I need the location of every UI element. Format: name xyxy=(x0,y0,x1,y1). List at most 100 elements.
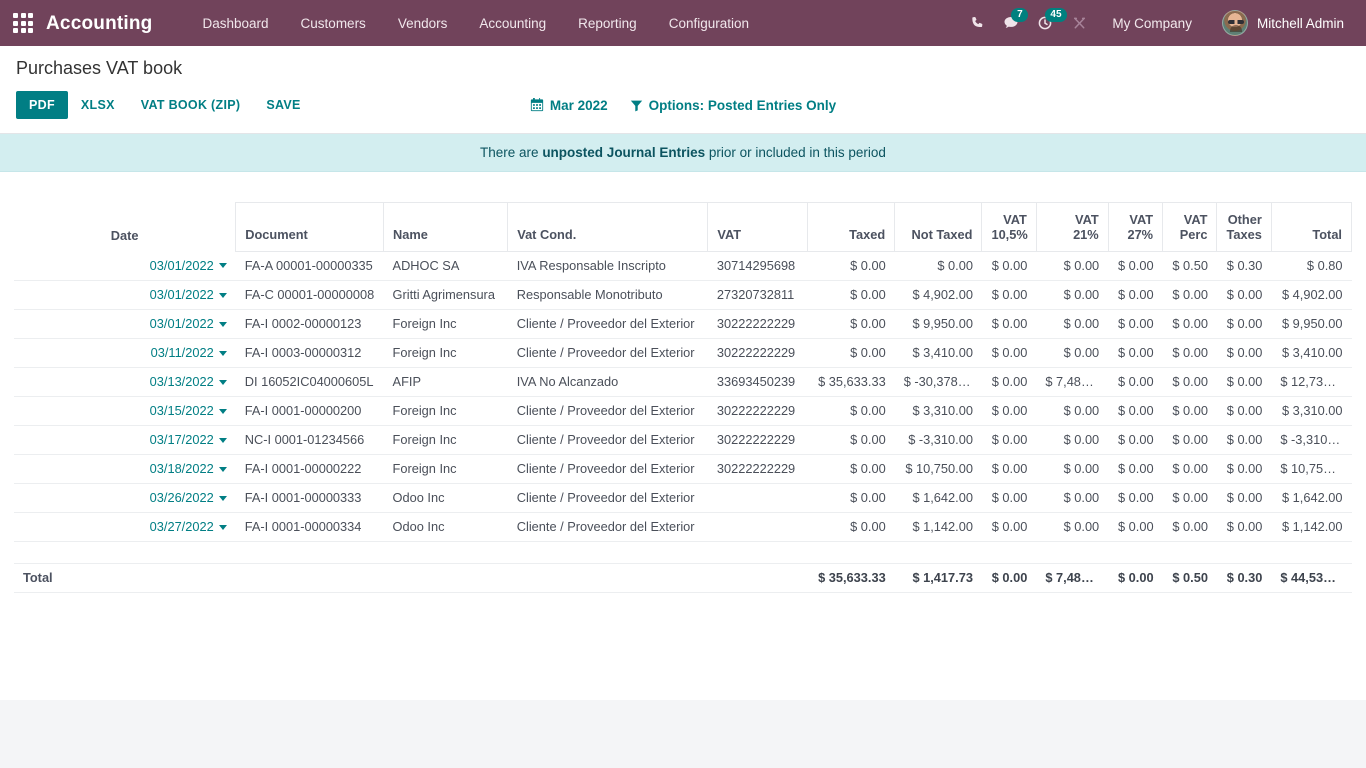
cell-vat: 30222222229 xyxy=(707,396,808,426)
column-header-not-taxed[interactable]: Not Taxed xyxy=(894,202,983,252)
table-row[interactable]: 03/15/2022 FA-I 0001-00000200 Foreign Inc C… xyxy=(14,396,1352,426)
column-header-total[interactable]: Total xyxy=(1270,202,1353,252)
cell-vat-perc: $ 0.00 xyxy=(1162,483,1217,513)
app-brand-accounting[interactable]: Accounting xyxy=(46,14,153,33)
unposted-entries-alert: There are unposted Journal Entries prior… xyxy=(0,134,1366,172)
column-header-name[interactable]: Name xyxy=(383,202,509,252)
column-header-vat-cond[interactable]: Vat Cond. xyxy=(507,202,709,252)
cell-document: NC-I 0001-01234566 xyxy=(235,425,384,455)
column-header-vat-perc[interactable]: VAT Perc xyxy=(1162,202,1218,252)
options-filter-dropdown[interactable]: Options: Posted Entries Only xyxy=(630,98,836,113)
user-menu[interactable]: Mitchell Admin xyxy=(1208,10,1354,36)
menu-item-dashboard[interactable]: Dashboard xyxy=(187,0,285,46)
activities-clock-icon[interactable]: 45 xyxy=(1028,0,1067,46)
cell-total: $ 10,750.00 xyxy=(1271,454,1352,484)
column-header-vat-21[interactable]: VAT 21% xyxy=(1035,202,1109,252)
date-dropdown-link[interactable]: 03/18/2022 xyxy=(150,461,227,477)
cell-document: DI 16052IC04000605L xyxy=(235,367,384,397)
date-dropdown-link[interactable]: 03/01/2022 xyxy=(150,258,227,274)
table-row[interactable]: 03/27/2022 FA-I 0001-00000334 Odoo Inc Clie… xyxy=(14,512,1352,542)
cell-vat-cond: IVA No Alcanzado xyxy=(507,367,708,397)
cell-vat-perc: $ 0.00 xyxy=(1162,512,1217,542)
cell-vat-cond: Cliente / Proveedor del Exterior xyxy=(507,512,708,542)
caret-down-icon xyxy=(218,495,227,501)
date-dropdown-link[interactable]: 03/01/2022 xyxy=(150,287,227,303)
cell-other-taxes: $ 0.00 xyxy=(1216,483,1272,513)
cell-document: FA-I 0001-00000222 xyxy=(235,454,384,484)
page-background-filler xyxy=(0,700,1366,768)
cell-not-taxed: $ -3,310.00 xyxy=(894,425,982,455)
table-row[interactable]: 03/01/2022 FA-I 0002-00000123 Foreign Inc C… xyxy=(14,309,1352,339)
column-header-date[interactable]: Date xyxy=(14,203,236,252)
date-dropdown-link[interactable]: 03/11/2022 xyxy=(151,345,227,361)
date-label: 03/26/2022 xyxy=(149,490,214,505)
caret-down-icon xyxy=(218,524,227,530)
cell-date[interactable]: 03/26/2022 xyxy=(14,483,236,513)
cell-vat xyxy=(707,512,808,542)
cell-name: Foreign Inc xyxy=(383,454,508,484)
table-spacer-row xyxy=(14,541,1352,564)
date-dropdown-link[interactable]: 03/26/2022 xyxy=(150,490,227,506)
cell-date[interactable]: 03/18/2022 xyxy=(14,454,236,484)
date-dropdown-link[interactable]: 03/27/2022 xyxy=(150,519,227,535)
cell-date[interactable]: 03/01/2022 xyxy=(14,251,236,281)
date-label: 03/11/2022 xyxy=(150,345,214,360)
cell-name: Odoo Inc xyxy=(383,512,508,542)
cell-vat-21: $ 0.00 xyxy=(1036,512,1109,542)
menu-item-accounting[interactable]: Accounting xyxy=(463,0,562,46)
cell-date[interactable]: 03/27/2022 xyxy=(14,512,236,542)
date-dropdown-link[interactable]: 03/15/2022 xyxy=(150,403,227,419)
cell-not-taxed: $ 10,750.00 xyxy=(894,454,982,484)
column-header-document[interactable]: Document xyxy=(235,202,385,252)
table-row[interactable]: 03/13/2022 DI 16052IC04000605L AFIP IVA No … xyxy=(14,367,1352,397)
cell-date[interactable]: 03/01/2022 xyxy=(14,309,236,339)
table-row[interactable]: 03/17/2022 NC-I 0001-01234566 Foreign Inc C… xyxy=(14,425,1352,455)
cell-vat-27: $ 0.00 xyxy=(1108,251,1163,281)
total-label: Total xyxy=(14,563,236,593)
menu-item-customers[interactable]: Customers xyxy=(285,0,382,46)
export-xlsx-button[interactable]: XLSX xyxy=(68,91,128,119)
table-row[interactable]: 03/11/2022 FA-I 0003-00000312 Foreign Inc C… xyxy=(14,338,1352,368)
cell-document: FA-C 00001-00000008 xyxy=(235,280,384,310)
date-filter-dropdown[interactable]: Mar 2022 xyxy=(530,98,608,113)
date-dropdown-link[interactable]: 03/17/2022 xyxy=(150,432,227,448)
date-dropdown-link[interactable]: 03/01/2022 xyxy=(150,316,227,332)
cell-date[interactable]: 03/17/2022 xyxy=(14,425,236,455)
date-label: 03/15/2022 xyxy=(149,403,214,418)
export-pdf-button[interactable]: PDF xyxy=(16,91,68,119)
table-row[interactable]: 03/01/2022 FA-C 00001-00000008 Gritti Agri… xyxy=(14,280,1352,310)
debug-wrench-icon[interactable] xyxy=(1062,0,1096,46)
menu-item-configuration[interactable]: Configuration xyxy=(653,0,765,46)
cell-name: Gritti Agrimensura xyxy=(383,280,508,310)
cell-date[interactable]: 03/13/2022 xyxy=(14,367,236,397)
cell-other-taxes: $ 0.00 xyxy=(1216,512,1272,542)
cell-date[interactable]: 03/01/2022 xyxy=(14,280,236,310)
column-header-other-taxes[interactable]: Other Taxes xyxy=(1216,202,1272,252)
column-header-vat-105[interactable]: VAT 10,5% xyxy=(981,202,1037,252)
cell-date[interactable]: 03/15/2022 xyxy=(14,396,236,426)
cell-other-taxes: $ 0.30 xyxy=(1216,251,1272,281)
menu-item-reporting[interactable]: Reporting xyxy=(562,0,653,46)
cell-date[interactable]: 03/11/2022 xyxy=(14,338,236,368)
table-header: Date Document Name Vat Cond. VAT Taxed N… xyxy=(14,202,1353,252)
menu-item-vendors[interactable]: Vendors xyxy=(382,0,464,46)
cell-vat-105: $ 0.00 xyxy=(981,512,1037,542)
main-menu: Dashboard Customers Vendors Accounting R… xyxy=(187,0,766,46)
column-header-taxed[interactable]: Taxed xyxy=(806,202,896,252)
cell-vat-21: $ 7,483.00 xyxy=(1036,367,1109,397)
cell-vat: 30222222229 xyxy=(707,425,808,455)
column-header-vat[interactable]: VAT xyxy=(707,202,808,252)
messages-icon[interactable]: 7 xyxy=(994,0,1029,46)
date-dropdown-link[interactable]: 03/13/2022 xyxy=(150,374,227,390)
table-row[interactable]: 03/26/2022 FA-I 0001-00000333 Odoo Inc Clie… xyxy=(14,483,1352,513)
cell-vat-cond: Cliente / Proveedor del Exterior xyxy=(507,396,708,426)
company-switcher[interactable]: My Company xyxy=(1096,16,1208,31)
apps-grid-icon[interactable] xyxy=(0,0,46,46)
column-header-vat-27[interactable]: VAT 27% xyxy=(1107,202,1164,252)
table-row[interactable]: 03/01/2022 FA-A 00001-00000335 ADHOC SA IVA… xyxy=(14,251,1352,281)
phone-icon[interactable] xyxy=(960,0,994,46)
caret-down-icon xyxy=(218,321,227,327)
table-row[interactable]: 03/18/2022 FA-I 0001-00000222 Foreign Inc C… xyxy=(14,454,1352,484)
export-vat-book-zip-button[interactable]: VAT BOOK (ZIP) xyxy=(128,91,254,119)
save-button[interactable]: SAVE xyxy=(253,91,313,119)
